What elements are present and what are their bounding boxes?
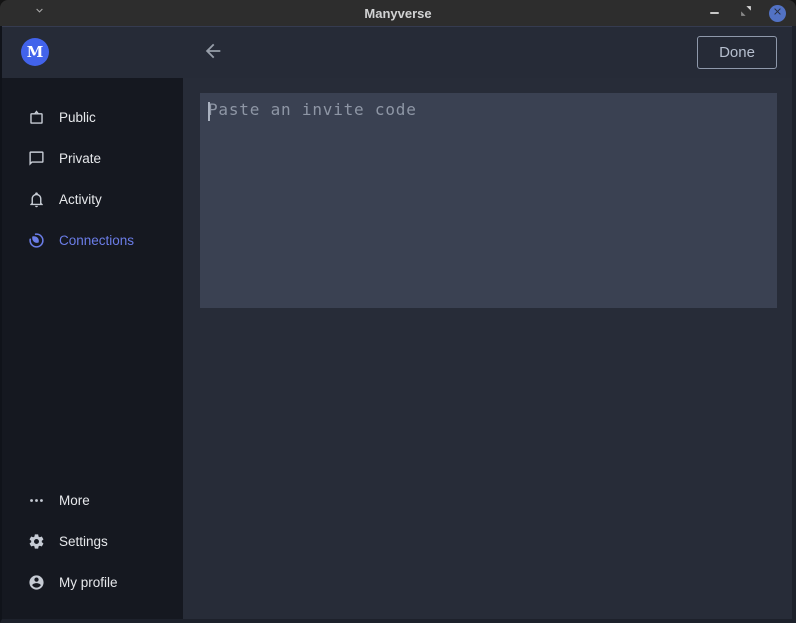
sidebar-item-private[interactable]: Private bbox=[2, 138, 183, 179]
app-body: Public Private A bbox=[2, 78, 792, 619]
done-button[interactable]: Done bbox=[697, 36, 777, 69]
dots-horizontal-icon bbox=[28, 492, 45, 509]
app-frame: M Done bbox=[0, 26, 796, 623]
account-circle-icon bbox=[28, 574, 45, 591]
window-controls bbox=[705, 0, 786, 26]
sidebar-item-label: Activity bbox=[59, 192, 102, 207]
text-cursor bbox=[208, 102, 210, 121]
sidebar-item-label: Settings bbox=[59, 534, 108, 549]
arrow-left-icon bbox=[202, 40, 224, 67]
titlebar: Manyverse bbox=[0, 0, 796, 26]
close-icon bbox=[772, 4, 783, 22]
minimize-icon bbox=[710, 12, 719, 14]
window-title: Manyverse bbox=[0, 6, 796, 21]
window-menu-button[interactable] bbox=[30, 4, 48, 22]
restore-icon bbox=[740, 4, 752, 22]
main-content bbox=[183, 78, 792, 619]
sidebar-item-label: Private bbox=[59, 151, 101, 166]
sidebar-item-label: More bbox=[59, 493, 90, 508]
chevron-down-icon bbox=[33, 4, 46, 22]
restore-button[interactable] bbox=[737, 4, 755, 22]
sidebar-item-public[interactable]: Public bbox=[2, 97, 183, 138]
close-button[interactable] bbox=[769, 5, 786, 22]
bell-icon bbox=[28, 191, 45, 208]
sidebar-item-settings[interactable]: Settings bbox=[2, 521, 183, 562]
manyverse-logo: M bbox=[21, 38, 49, 66]
connections-icon bbox=[28, 232, 45, 249]
sidebar-item-label: Connections bbox=[59, 233, 134, 248]
back-button[interactable] bbox=[201, 41, 225, 65]
manyverse-window: Manyverse bbox=[0, 0, 796, 623]
invite-code-area bbox=[200, 93, 777, 308]
bulletin-board-icon bbox=[28, 109, 45, 126]
sidebar-item-my-profile[interactable]: My profile bbox=[2, 562, 183, 603]
sidebar-spacer bbox=[2, 261, 183, 480]
minimize-button[interactable] bbox=[705, 4, 723, 22]
sidebar-item-activity[interactable]: Activity bbox=[2, 179, 183, 220]
sidebar-item-label: My profile bbox=[59, 575, 118, 590]
sidebar-item-label: Public bbox=[59, 110, 96, 125]
app-header: M Done bbox=[2, 26, 792, 78]
sidebar: Public Private A bbox=[2, 78, 183, 619]
sidebar-item-connections[interactable]: Connections bbox=[2, 220, 183, 261]
message-icon bbox=[28, 150, 45, 167]
sidebar-item-more[interactable]: More bbox=[2, 480, 183, 521]
gear-icon bbox=[28, 533, 45, 550]
invite-code-input[interactable] bbox=[200, 93, 777, 308]
